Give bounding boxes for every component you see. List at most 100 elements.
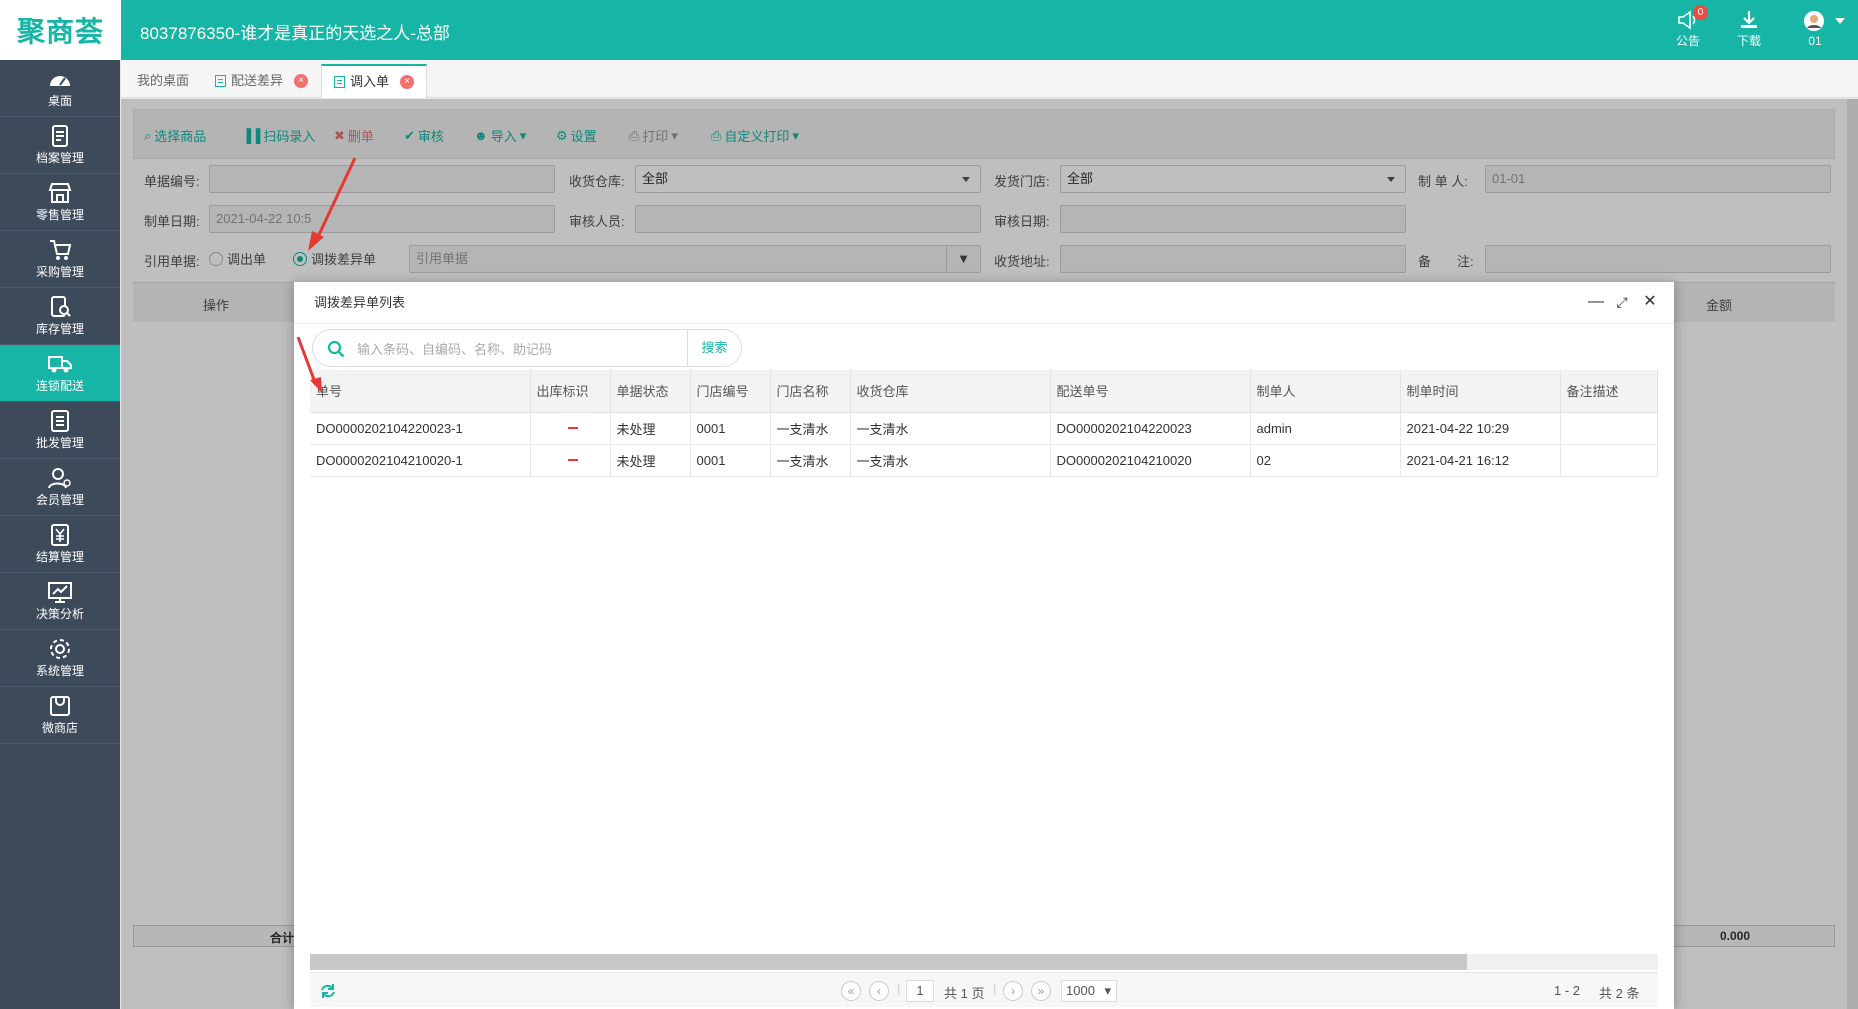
- record-range: 1 - 2: [1554, 983, 1581, 998]
- doc-no-link[interactable]: DO0000202104220023-1: [310, 412, 531, 445]
- store-name-cell: 一支清水: [770, 412, 851, 445]
- column-header[interactable]: 门店名称: [770, 370, 851, 413]
- close-icon[interactable]: ✕: [1642, 294, 1658, 310]
- prev-page-button[interactable]: ‹: [869, 981, 889, 1001]
- annotation-arrow: [308, 157, 357, 251]
- dashboard-icon: [50, 76, 70, 86]
- column-header[interactable]: 制单时间: [1400, 370, 1561, 413]
- next-page-button[interactable]: ›: [1003, 981, 1023, 1001]
- cart-icon: [50, 240, 72, 260]
- sidebar-item-distribution[interactable]: 连锁配送: [0, 345, 120, 402]
- warehouse-cell: 一支清水: [850, 412, 1051, 445]
- yuan-icon: [51, 524, 69, 546]
- modal-title-bar: 调拨差异单列表 — ⤢ ✕: [294, 282, 1674, 324]
- minimize-icon[interactable]: —: [1588, 294, 1604, 310]
- tab-my-desktop[interactable]: 我的桌面: [125, 64, 201, 98]
- column-header[interactable]: 收货仓库: [850, 370, 1051, 413]
- status-cell: 未处理: [610, 412, 691, 445]
- logo-text: 聚商荟: [16, 15, 104, 48]
- sidebar-item-label: 系统管理: [35, 664, 84, 678]
- download-button[interactable]: 下载: [1729, 10, 1769, 49]
- store-no-cell: 0001: [690, 444, 771, 477]
- maximize-icon[interactable]: ⤢: [1614, 294, 1630, 310]
- sidebar-item-label: 采购管理: [35, 265, 84, 279]
- tab-label: 调入单: [350, 74, 390, 89]
- sidebar-item-wholesale[interactable]: 批发管理: [0, 402, 120, 459]
- column-header[interactable]: 备注描述: [1560, 370, 1658, 413]
- horizontal-scrollbar[interactable]: [310, 954, 1658, 970]
- tab-label: 配送差异: [231, 73, 284, 88]
- tab-transfer-in[interactable]: 调入单 ×: [321, 64, 428, 98]
- pagination-bar: « ‹ | 1 共 1 页 | › » 1000 ▾ 1 - 2 共 2 条: [310, 972, 1658, 1007]
- maker-cell: admin: [1250, 412, 1401, 445]
- table-header-row: 单号 出库标识 单据状态 门店编号 门店名称 收货仓库 配送单号 制单人 制单时…: [310, 370, 1658, 413]
- tab-label: 我的桌面: [137, 73, 190, 88]
- sidebar-item-purchase[interactable]: 采购管理: [0, 231, 120, 288]
- sidebar-item-label: 零售管理: [35, 208, 84, 222]
- page-number-input[interactable]: 1: [906, 980, 934, 1002]
- notice-badge: 0: [1693, 5, 1708, 20]
- doc-no-link[interactable]: DO0000202104210020-1: [310, 444, 531, 477]
- column-header[interactable]: 出库标识: [530, 370, 611, 413]
- dash-icon: [568, 459, 578, 461]
- sidebar-item-archive[interactable]: 档案管理: [0, 117, 120, 174]
- tab-bar: 我的桌面 配送差异 × 调入单 ×: [121, 60, 1858, 98]
- table-row[interactable]: DO0000202104220023-1 未处理 0001 一支清水 一支清水 …: [310, 412, 1658, 445]
- column-header[interactable]: 单号: [310, 370, 531, 413]
- page-size-select[interactable]: 1000 ▾: [1061, 980, 1117, 1002]
- remark-cell: [1560, 444, 1658, 477]
- modal-title: 调拨差异单列表: [314, 295, 406, 310]
- sidebar-item-label: 连锁配送: [35, 379, 84, 393]
- first-page-button[interactable]: «: [841, 981, 861, 1001]
- chart-icon: [48, 582, 72, 603]
- status-cell: 未处理: [610, 444, 691, 477]
- wholesale-icon: [51, 410, 69, 432]
- chevron-down-icon[interactable]: [1835, 18, 1845, 24]
- sidebar-item-desktop[interactable]: 桌面: [0, 60, 120, 117]
- sidebar-item-settlement[interactable]: 结算管理: [0, 516, 120, 573]
- column-header[interactable]: 单据状态: [610, 370, 691, 413]
- gear-icon: [50, 639, 70, 659]
- delivery-no-cell: DO0000202104220023: [1050, 412, 1251, 445]
- sidebar-item-retail[interactable]: 零售管理: [0, 174, 120, 231]
- store-icon: [48, 183, 72, 203]
- sidebar-item-member[interactable]: 会员管理: [0, 459, 120, 516]
- time-cell: 2021-04-22 10:29: [1400, 412, 1561, 445]
- archive-icon: [52, 125, 68, 147]
- app-title: 8037876350-谁才是真正的天选之人-总部: [140, 24, 450, 43]
- sidebar-item-analysis[interactable]: 决策分析: [0, 573, 120, 630]
- logo: 聚商荟: [0, 0, 121, 60]
- outbound-flag: [530, 444, 611, 477]
- table-row[interactable]: DO0000202104210020-1 未处理 0001 一支清水 一支清水 …: [310, 444, 1658, 477]
- notice-button[interactable]: 0 公告: [1668, 5, 1708, 49]
- search-input[interactable]: [357, 338, 677, 360]
- search-button[interactable]: 搜索: [687, 330, 741, 366]
- sidebar-item-system[interactable]: 系统管理: [0, 630, 120, 687]
- delivery-no-cell: DO0000202104210020: [1050, 444, 1251, 477]
- column-header[interactable]: 门店编号: [690, 370, 771, 413]
- remark-cell: [1560, 412, 1658, 445]
- sidebar-item-label: 决策分析: [35, 607, 84, 621]
- search-icon: [327, 340, 345, 358]
- refresh-icon[interactable]: [320, 983, 336, 999]
- column-header[interactable]: 制单人: [1250, 370, 1401, 413]
- maker-cell: 02: [1250, 444, 1401, 477]
- diff-list-modal: 调拨差异单列表 — ⤢ ✕ 搜索 单号 出库标识 单据状态 门店编号 门店名称 …: [294, 282, 1674, 1009]
- scrollbar-thumb[interactable]: [310, 954, 1467, 970]
- column-header[interactable]: 配送单号: [1050, 370, 1251, 413]
- user-menu[interactable]: 01: [1795, 10, 1835, 48]
- sidebar-item-inventory[interactable]: 库存管理: [0, 288, 120, 345]
- tab-delivery-diff[interactable]: 配送差异 ×: [203, 64, 320, 98]
- avatar-icon: [1804, 11, 1824, 31]
- page-size-value: 1000: [1066, 983, 1095, 998]
- store-no-cell: 0001: [690, 412, 771, 445]
- sidebar-item-microstore[interactable]: 微商店: [0, 687, 120, 744]
- member-icon: [48, 468, 71, 489]
- last-page-button[interactable]: »: [1031, 981, 1051, 1001]
- close-icon[interactable]: ×: [294, 74, 309, 88]
- modal-search-box: 搜索: [312, 329, 742, 367]
- top-bar: 聚商荟 8037876350-谁才是真正的天选之人-总部 0 公告 下载 01: [0, 0, 1858, 60]
- sidebar-item-label: 结算管理: [35, 550, 84, 564]
- close-icon[interactable]: ×: [400, 75, 415, 89]
- outbound-flag: [530, 412, 611, 445]
